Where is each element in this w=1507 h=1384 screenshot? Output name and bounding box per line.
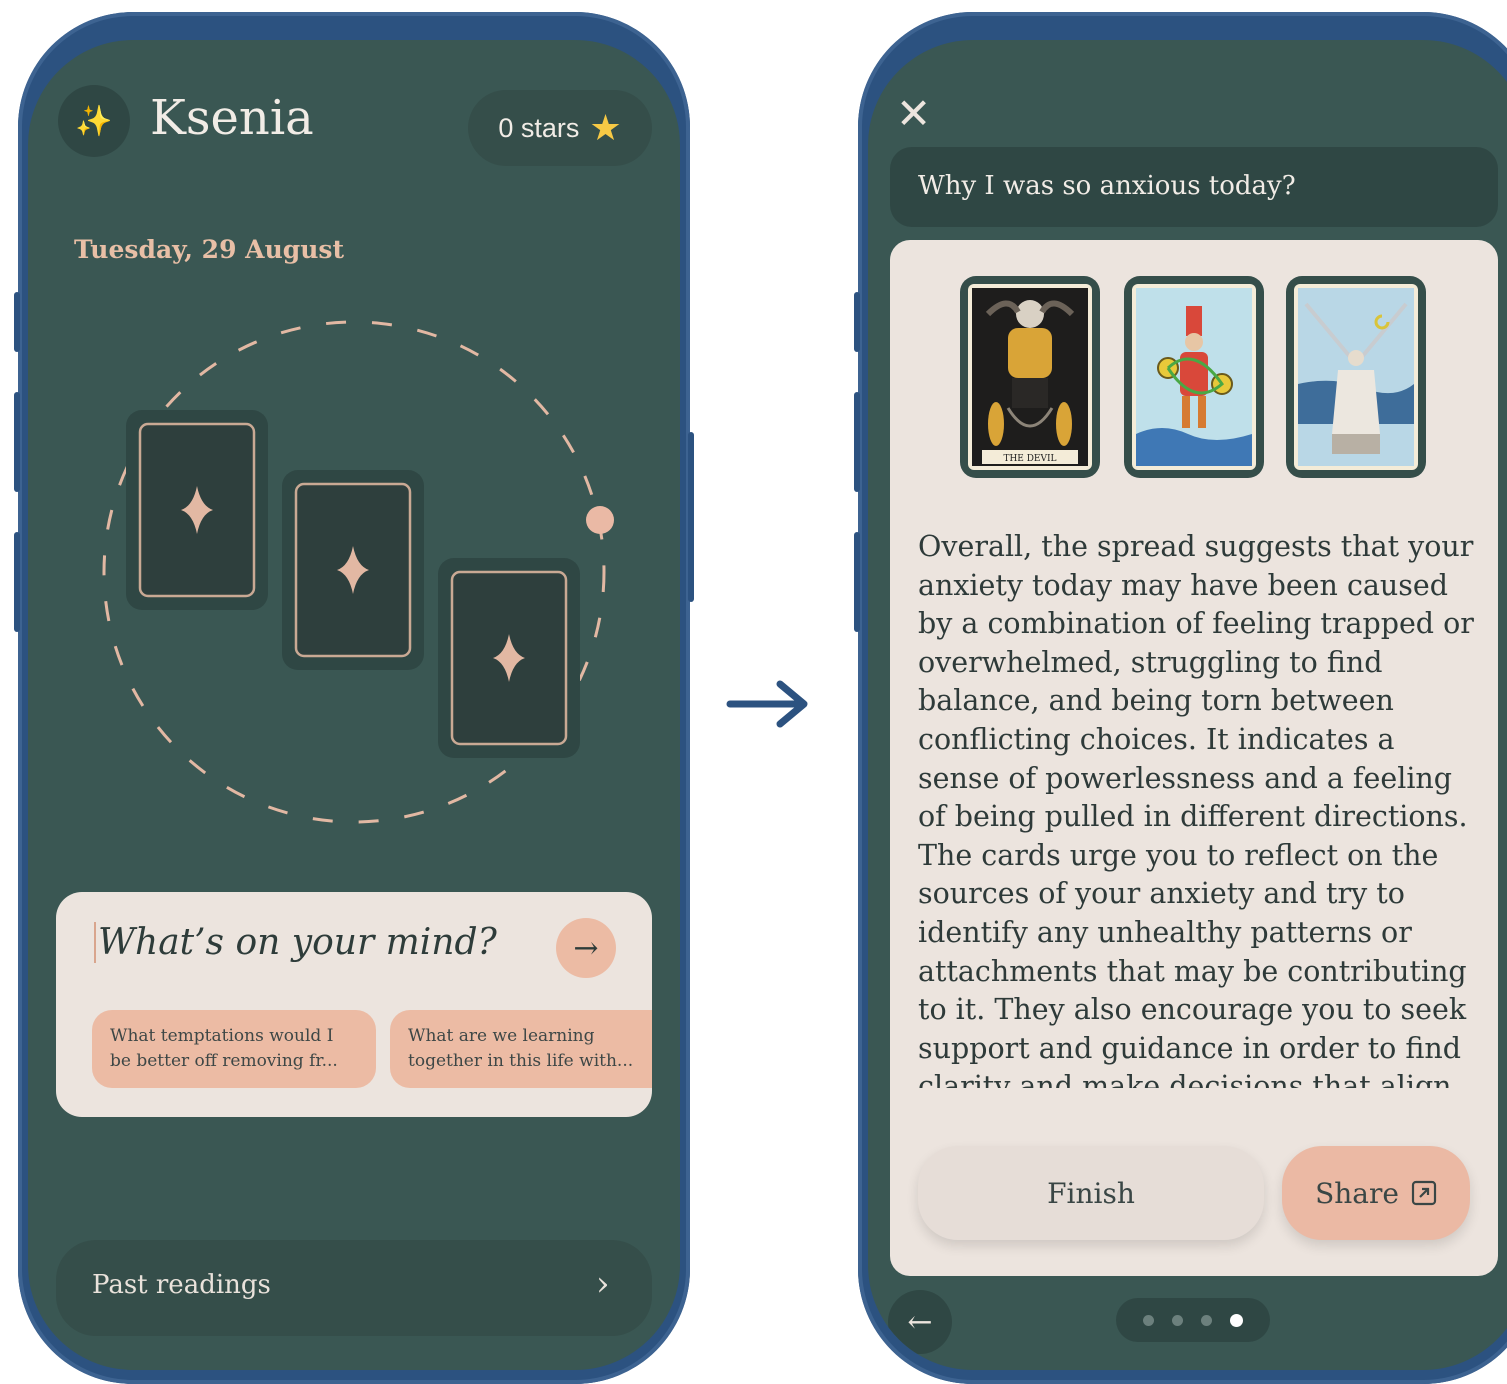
close-icon[interactable]: ✕ bbox=[896, 93, 936, 135]
side-button bbox=[14, 532, 20, 632]
arrow-right-icon[interactable]: → bbox=[556, 918, 616, 978]
share-label: Share bbox=[1315, 1176, 1399, 1210]
suggestion-chip[interactable]: What temptations would I be better off r… bbox=[92, 1010, 376, 1088]
question-input[interactable]: What’s on your mind? bbox=[94, 922, 534, 963]
stars-count: 0 stars bbox=[498, 112, 580, 143]
page-dot bbox=[1201, 1314, 1212, 1326]
suggestion-line: together in this life with... bbox=[408, 1051, 634, 1071]
two-of-pentacles-card[interactable] bbox=[1124, 276, 1264, 478]
chevron-right-icon: › bbox=[596, 1264, 610, 1304]
page-dot-active bbox=[1230, 1313, 1243, 1327]
question-text: Why I was so anxious today? bbox=[918, 171, 1296, 201]
share-button[interactable]: Share bbox=[1282, 1146, 1470, 1240]
suggestion-line: What temptations would I bbox=[110, 1026, 334, 1046]
two-of-swords-card[interactable] bbox=[1286, 276, 1426, 478]
side-button bbox=[14, 292, 20, 352]
user-name: Ksenia bbox=[150, 90, 314, 146]
page-indicator bbox=[1116, 1298, 1270, 1342]
tarot-card-back-3 bbox=[438, 558, 580, 758]
devil-card[interactable]: THE DEVIL bbox=[960, 276, 1100, 478]
side-button bbox=[854, 292, 860, 352]
past-readings-label: Past readings bbox=[92, 1270, 271, 1300]
arrow-left-icon[interactable]: ← bbox=[888, 1290, 952, 1354]
stars-badge[interactable]: 0 stars ★ bbox=[468, 90, 652, 166]
reading-phone-frame: ✕ Why I was so anxious today? THE DEVIL … bbox=[854, 12, 1507, 1384]
question-header: Why I was so anxious today? bbox=[890, 147, 1498, 227]
home-phone-frame: ✨ Ksenia 0 stars ★ Tuesday, 29 August Wh… bbox=[14, 12, 694, 1384]
card-label: THE DEVIL bbox=[1003, 454, 1056, 464]
side-button bbox=[854, 532, 860, 632]
suggestion-chip[interactable]: What are we learning together in this li… bbox=[390, 1010, 652, 1088]
suggestion-line: What are we learning bbox=[408, 1026, 595, 1046]
page-dot bbox=[1143, 1314, 1154, 1326]
card-orbit-illustration[interactable] bbox=[28, 310, 680, 850]
tarot-card-back-1 bbox=[126, 410, 268, 610]
reading-interpretation: Overall, the spread suggests that your a… bbox=[918, 530, 1474, 1088]
tarot-card-back-2 bbox=[282, 470, 424, 670]
side-button bbox=[14, 392, 20, 492]
reading-card: THE DEVIL Overall, the spread suggests t… bbox=[890, 240, 1498, 1276]
external-link-icon bbox=[1411, 1180, 1437, 1206]
side-button bbox=[688, 432, 694, 602]
side-button bbox=[854, 392, 860, 492]
question-card: What’s on your mind? → What temptations … bbox=[56, 892, 652, 1117]
transition-arrow-icon bbox=[726, 680, 808, 728]
suggestion-line: be better off removing fr... bbox=[110, 1051, 338, 1071]
past-readings-button[interactable]: Past readings › bbox=[56, 1240, 652, 1336]
orbit-planet-dot bbox=[586, 506, 614, 534]
reading-screen: ✕ Why I was so anxious today? THE DEVIL … bbox=[868, 40, 1507, 1370]
page-dot bbox=[1172, 1314, 1183, 1326]
date-label: Tuesday, 29 August bbox=[74, 235, 345, 264]
sparkles-icon[interactable]: ✨ bbox=[58, 85, 130, 157]
home-screen: ✨ Ksenia 0 stars ★ Tuesday, 29 August Wh… bbox=[28, 40, 680, 1370]
finish-button[interactable]: Finish bbox=[918, 1146, 1264, 1240]
star-icon: ★ bbox=[589, 107, 622, 148]
